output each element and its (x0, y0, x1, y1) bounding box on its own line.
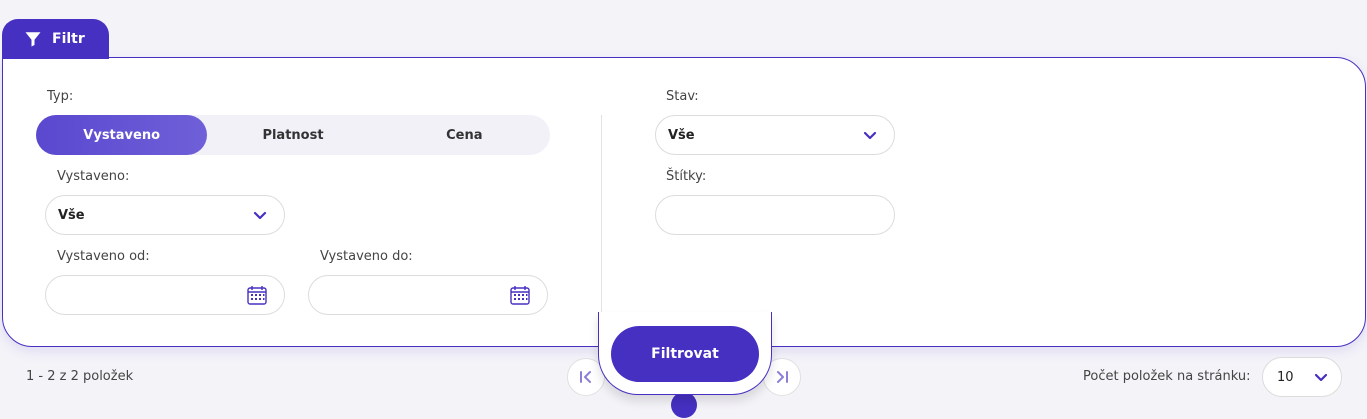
pagination-summary: 1 - 2 z 2 položek (26, 369, 134, 384)
seg-option-platnost[interactable]: Platnost (207, 115, 378, 155)
calendar-icon[interactable] (246, 284, 268, 306)
last-page-icon (777, 371, 788, 383)
status-label: Stav: (666, 89, 699, 104)
current-page-indicator[interactable] (671, 392, 697, 418)
per-page-label: Počet položek na stránku: (1083, 369, 1251, 384)
status-select[interactable]: Vše (655, 115, 895, 155)
chevron-down-icon (863, 131, 877, 140)
issued-from-input[interactable] (45, 275, 285, 315)
type-label: Typ: (47, 89, 74, 104)
issued-to-label: Vystaveno do: (320, 249, 413, 264)
type-segmented-control: Vystaveno Platnost Cena (36, 115, 550, 155)
issued-select-value: Vše (58, 207, 85, 223)
seg-option-cena[interactable]: Cena (379, 115, 550, 155)
status-select-value: Vše (668, 127, 695, 143)
seg-option-vystaveno[interactable]: Vystaveno (36, 115, 208, 155)
issued-to-input[interactable] (308, 275, 548, 315)
tags-label: Štítky: (666, 169, 707, 184)
filter-panel: Typ: Vystaveno Platnost Cena Vystaveno: … (2, 57, 1366, 347)
issued-select[interactable]: Vše (45, 195, 285, 235)
filter-tab[interactable]: Filtr (2, 19, 109, 59)
column-divider (601, 115, 602, 315)
chevron-down-icon (253, 211, 267, 220)
calendar-icon[interactable] (509, 284, 531, 306)
first-page-icon (580, 371, 591, 383)
per-page-select[interactable]: 10 (1262, 357, 1342, 397)
filter-tab-label: Filtr (52, 31, 85, 47)
tags-input[interactable] (655, 195, 895, 235)
chevron-down-icon (1314, 373, 1328, 382)
issued-label: Vystaveno: (57, 169, 130, 184)
funnel-icon (25, 32, 41, 47)
issued-from-label: Vystaveno od: (57, 249, 150, 264)
filter-submit-button[interactable]: Filtrovat (611, 326, 759, 382)
per-page-value: 10 (1277, 369, 1294, 385)
